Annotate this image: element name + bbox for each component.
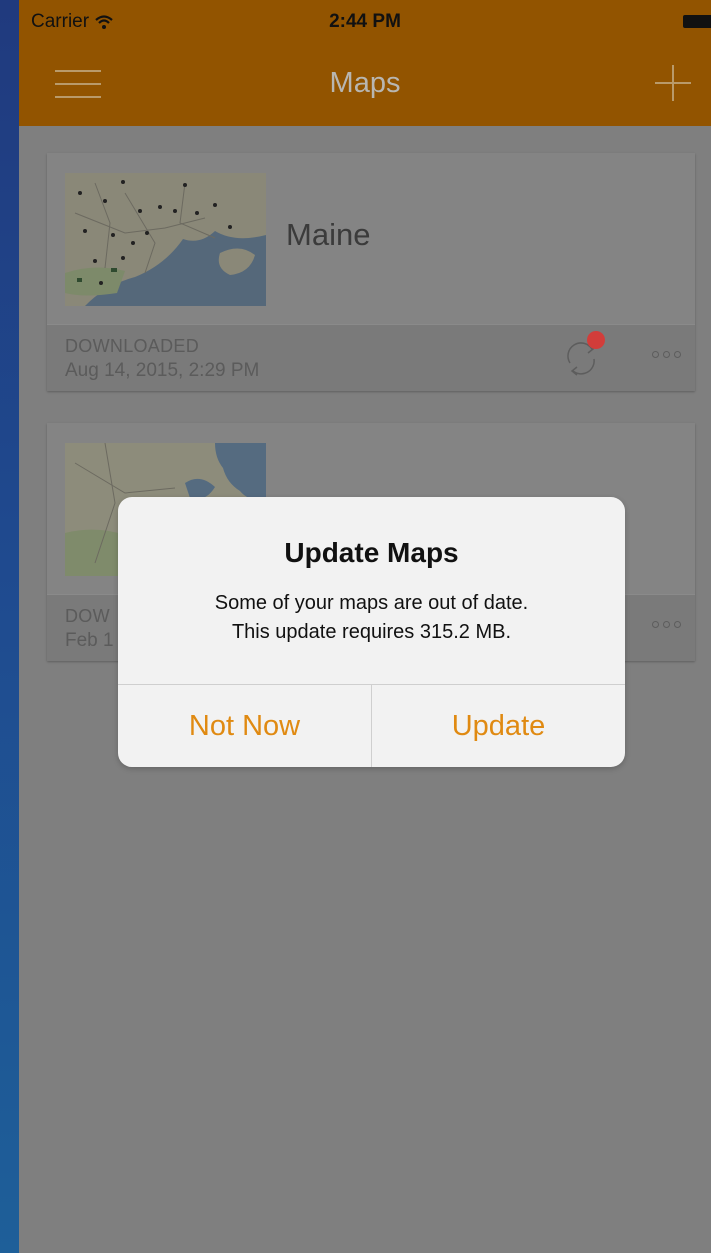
alert-message: Some of your maps are out of date. This … — [118, 589, 625, 647]
navigation-bar: Maps — [19, 42, 711, 126]
status-bar: Carrier 2:44 PM — [19, 0, 711, 42]
map-name: Maine — [286, 217, 371, 252]
alert-button-row: Not Now Update — [118, 684, 625, 767]
page-title: Maps — [329, 67, 401, 99]
map-date: Feb 1 — [65, 630, 114, 651]
map-card-body[interactable]: Maine — [47, 153, 695, 324]
sync-update-icon[interactable] — [562, 331, 606, 379]
map-card-maine[interactable]: Maine DOWNLOADED Aug 14, 2015, 2:29 PM — [47, 153, 695, 391]
plus-icon[interactable] — [655, 65, 691, 101]
map-date: Aug 14, 2015, 2:29 PM — [65, 360, 260, 381]
map-status: DOW — [65, 606, 110, 626]
not-now-button[interactable]: Not Now — [118, 685, 371, 767]
status-time: 2:44 PM — [329, 11, 401, 32]
map-thumbnail — [65, 173, 266, 306]
more-options-icon[interactable] — [652, 621, 681, 628]
battery-icon — [683, 15, 711, 28]
alert-message-line: Some of your maps are out of date. — [214, 592, 529, 614]
alert-message-line: This update requires 315.2 MB. — [231, 621, 512, 643]
alert-title: Update Maps — [284, 537, 459, 568]
update-button[interactable]: Update — [371, 685, 625, 767]
map-status: DOWNLOADED — [65, 336, 200, 356]
more-options-icon[interactable] — [652, 351, 681, 358]
app-screen: Carrier 2:44 PM Maps Maine DOWNLOADED Au… — [19, 0, 711, 1253]
notification-badge — [587, 331, 605, 349]
update-maps-alert: Update Maps Some of your maps are out of… — [118, 497, 625, 767]
map-card-footer: DOWNLOADED Aug 14, 2015, 2:29 PM — [47, 324, 695, 391]
